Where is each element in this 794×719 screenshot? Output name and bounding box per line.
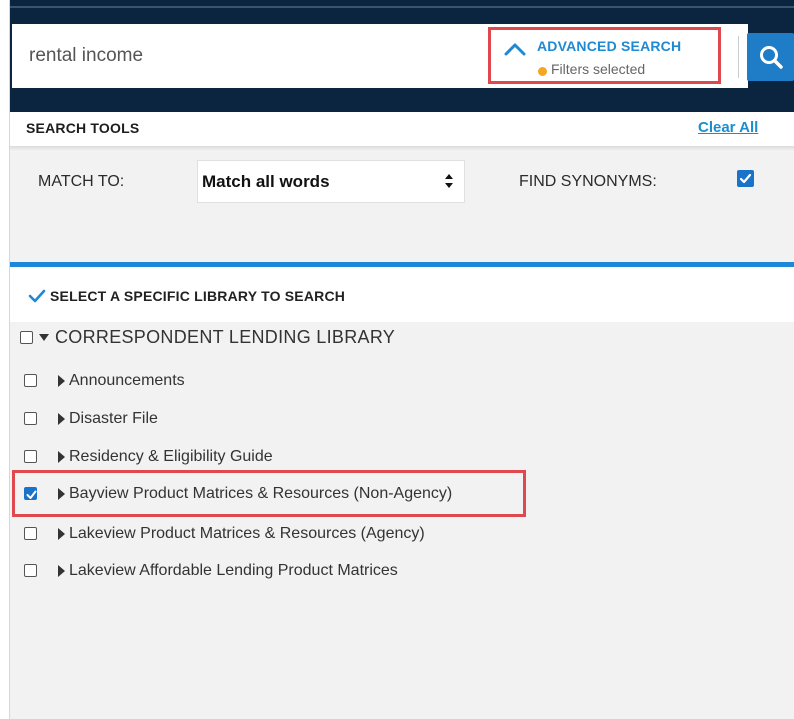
library-item-label: Lakeview Affordable Lending Product Matr… xyxy=(69,562,398,579)
library-item-label: Disaster File xyxy=(69,410,158,427)
library-section-title: SELECT A SPECIFIC LIBRARY TO SEARCH xyxy=(50,288,346,304)
library-root-label: CORRESPONDENT LENDING LIBRARY xyxy=(55,327,396,347)
caret-right-icon[interactable] xyxy=(58,565,65,577)
caret-down-icon[interactable] xyxy=(39,334,49,341)
library-item-checkbox[interactable] xyxy=(24,374,37,387)
search-options: MATCH TO: Match all words FIND SYNONYMS: xyxy=(10,152,794,264)
filter-status-dot xyxy=(538,67,547,76)
library-item-checkbox[interactable] xyxy=(24,527,37,540)
match-to-value: Match all words xyxy=(202,172,330,191)
library-item-checkbox[interactable] xyxy=(24,412,37,425)
library-item-label: Announcements xyxy=(69,372,185,389)
find-synonyms-label: FIND SYNONYMS: xyxy=(519,173,657,190)
library-item-label: Residency & Eligibility Guide xyxy=(69,448,273,465)
chevron-up-icon xyxy=(504,43,526,56)
search-tools-header: SEARCH TOOLS Clear All xyxy=(10,112,794,146)
library-item-checkbox[interactable] xyxy=(24,564,37,577)
checkmark-icon xyxy=(28,289,46,303)
search-header: rental income ADVANCED SEARCH Filters se… xyxy=(10,0,794,112)
advanced-search-toggle[interactable]: ADVANCED SEARCH Filters selected xyxy=(488,27,721,84)
header-divider xyxy=(738,36,739,78)
checkmark-icon xyxy=(739,173,752,184)
caret-right-icon[interactable] xyxy=(58,413,65,425)
caret-right-icon[interactable] xyxy=(58,528,65,540)
select-arrows-icon xyxy=(445,174,453,188)
find-synonyms-checkbox[interactable] xyxy=(737,170,754,187)
library-section-header: SELECT A SPECIFIC LIBRARY TO SEARCH xyxy=(10,267,794,322)
library-root-checkbox[interactable] xyxy=(20,331,33,344)
match-to-label: MATCH TO: xyxy=(38,173,125,190)
filters-selected-label: Filters selected xyxy=(551,61,646,77)
search-tools-title: SEARCH TOOLS xyxy=(26,120,140,136)
library-item-label: Lakeview Product Matrices & Resources (A… xyxy=(69,525,425,542)
advanced-search-label: ADVANCED SEARCH xyxy=(537,38,682,54)
highlight-box xyxy=(12,470,526,517)
library-item-checkbox[interactable] xyxy=(24,450,37,463)
caret-right-icon[interactable] xyxy=(58,375,65,387)
header-top-line xyxy=(10,6,794,8)
clear-all-link[interactable]: Clear All xyxy=(698,119,758,136)
search-button[interactable] xyxy=(747,33,794,81)
match-to-select[interactable]: Match all words xyxy=(197,160,465,203)
caret-right-icon[interactable] xyxy=(58,451,65,463)
search-icon xyxy=(760,46,783,69)
